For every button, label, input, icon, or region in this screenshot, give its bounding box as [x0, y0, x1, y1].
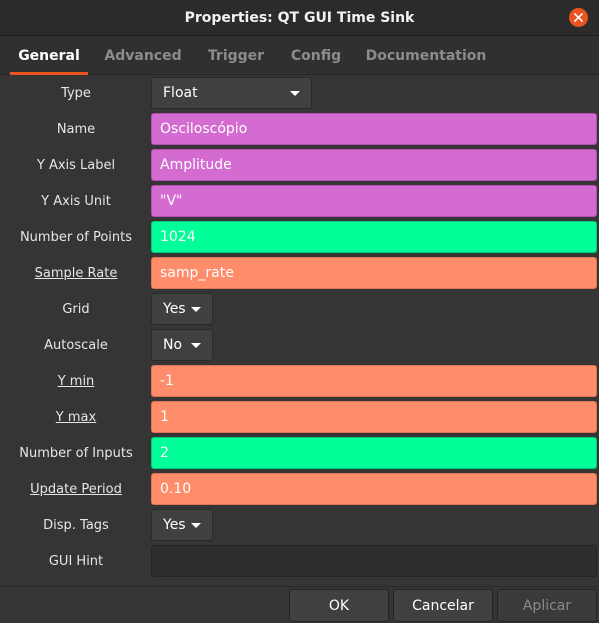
properties-dialog: Properties: QT GUI Time Sink General Adv… [0, 0, 599, 623]
row-type: Type Float [0, 75, 599, 111]
autoscale-select[interactable]: No [151, 329, 213, 361]
number-of-points-label: Number of Points [19, 229, 133, 245]
row-y-axis-unit: Y Axis Unit "V" [0, 183, 599, 219]
tab-config[interactable]: Config [285, 36, 347, 75]
row-sample-rate: Sample Rate samp_rate [0, 255, 599, 291]
apply-button[interactable]: Aplicar [497, 589, 597, 622]
row-autoscale: Autoscale No [0, 327, 599, 363]
grid-label: Grid [62, 301, 90, 317]
gui-hint-label: GUI Hint [48, 553, 104, 569]
tab-config-label: Config [290, 47, 342, 64]
y-max-field[interactable]: 1 [151, 401, 597, 433]
type-select-value: Float [163, 85, 198, 101]
y-max-label: Y max [55, 409, 97, 425]
y-axis-unit-label: Y Axis Unit [41, 193, 111, 209]
close-icon [574, 13, 583, 22]
chevron-down-icon [191, 523, 201, 528]
row-disp-tags: Disp. Tags Yes [0, 507, 599, 543]
row-y-min: Y min -1 [0, 363, 599, 399]
apply-button-label: Aplicar [522, 597, 572, 614]
tab-general-label: General [18, 47, 80, 64]
autoscale-label: Autoscale [44, 337, 108, 353]
tab-trigger[interactable]: Trigger [201, 36, 271, 75]
type-select[interactable]: Float [151, 77, 312, 109]
tab-trigger-label: Trigger [207, 47, 265, 64]
dialog-footer: OK Cancelar Aplicar [0, 586, 599, 623]
tab-general[interactable]: General [10, 36, 88, 75]
chevron-down-icon [290, 91, 300, 96]
autoscale-select-value: No [163, 337, 183, 353]
y-axis-unit-field[interactable]: "V" [151, 185, 597, 217]
y-min-field[interactable]: -1 [151, 365, 597, 397]
row-name: Name Osciloscópio [0, 111, 599, 147]
sample-rate-field[interactable]: samp_rate [151, 257, 597, 289]
row-grid: Grid Yes [0, 291, 599, 327]
close-button[interactable] [569, 8, 588, 27]
row-gui-hint: GUI Hint [0, 543, 599, 579]
grid-select[interactable]: Yes [151, 293, 213, 325]
row-number-of-inputs: Number of Inputs 2 [0, 435, 599, 471]
tab-documentation[interactable]: Documentation [364, 36, 488, 75]
number-of-inputs-label: Number of Inputs [19, 445, 133, 461]
name-label: Name [56, 121, 96, 137]
name-field[interactable]: Osciloscópio [151, 113, 597, 145]
chevron-down-icon [191, 307, 201, 312]
window-title: Properties: QT GUI Time Sink [184, 9, 415, 26]
row-update-period: Update Period 0.10 [0, 471, 599, 507]
y-axis-label-label: Y Axis Label [36, 157, 116, 173]
number-of-points-field[interactable]: 1024 [151, 221, 597, 253]
ok-button[interactable]: OK [289, 589, 389, 622]
tab-advanced-label: Advanced [104, 47, 182, 64]
ok-button-label: OK [328, 597, 350, 614]
update-period-field[interactable]: 0.10 [151, 473, 597, 505]
disp-tags-select-value: Yes [163, 517, 186, 533]
row-y-max: Y max 1 [0, 399, 599, 435]
tab-documentation-label: Documentation [365, 47, 487, 64]
cancel-button[interactable]: Cancelar [393, 589, 493, 622]
chevron-down-icon [191, 343, 201, 348]
tab-bar: General Advanced Trigger Config Document… [0, 36, 599, 75]
update-period-label: Update Period [30, 481, 122, 497]
y-axis-label-field[interactable]: Amplitude [151, 149, 597, 181]
sample-rate-label: Sample Rate [34, 265, 118, 281]
title-bar: Properties: QT GUI Time Sink [0, 0, 599, 36]
grid-select-value: Yes [163, 301, 186, 317]
cancel-button-label: Cancelar [412, 597, 474, 614]
disp-tags-select[interactable]: Yes [151, 509, 213, 541]
number-of-inputs-field[interactable]: 2 [151, 437, 597, 469]
row-number-of-points: Number of Points 1024 [0, 219, 599, 255]
disp-tags-label: Disp. Tags [43, 517, 109, 533]
gui-hint-field[interactable] [151, 545, 597, 577]
row-y-axis-label: Y Axis Label Amplitude [0, 147, 599, 183]
y-min-label: Y min [57, 373, 95, 389]
type-label: Type [61, 85, 91, 101]
tab-advanced[interactable]: Advanced [102, 36, 184, 75]
